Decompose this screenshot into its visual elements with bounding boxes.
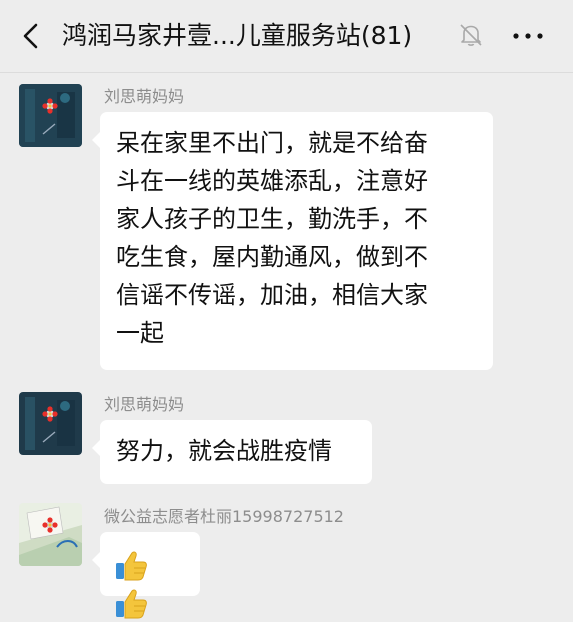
sender-name: 刘思萌妈妈 — [104, 395, 185, 414]
avatar-image — [19, 503, 82, 566]
thumbs-up-icon — [116, 551, 147, 581]
avatar[interactable] — [19, 392, 82, 455]
more-dots-icon[interactable] — [510, 24, 546, 48]
chat-title: 鸿润马家井壹...儿童服务站(81) — [62, 21, 413, 50]
message-line: 家人孩子的卫生，勤洗手，不 — [116, 205, 428, 233]
message-bubble[interactable]: 努力，就会战胜疫情 — [92, 420, 372, 484]
message-line: 信谣不传谣，加油，相信大家 — [116, 281, 428, 309]
message-bubble[interactable]: 呆在家里不出门，就是不给奋 斗在一线的英雄添乱，注意好 家人孩子的卫生，勤洗手，… — [92, 112, 493, 370]
avatar[interactable] — [19, 84, 82, 147]
avatar-image — [19, 84, 82, 147]
bell-off-icon — [460, 24, 482, 46]
message-line: 一起 — [116, 319, 164, 347]
message-line: 吃生食，屋内勤通风，做到不 — [116, 243, 428, 271]
chevron-left-icon[interactable] — [18, 22, 46, 50]
message-line: 呆在家里不出门，就是不给奋 — [116, 129, 428, 157]
thumbs-up-icon — [116, 589, 147, 619]
message-line: 努力，就会战胜疫情 — [116, 437, 332, 465]
message-line: 斗在一线的英雄添乱，注意好 — [116, 167, 428, 195]
avatar-image — [19, 392, 82, 455]
sender-name: 微公益志愿者杜丽15998727512 — [104, 507, 344, 526]
message-bubble[interactable] — [92, 532, 200, 619]
avatar[interactable] — [19, 503, 82, 566]
chat-header: 鸿润马家井壹...儿童服务站(81) — [0, 0, 573, 73]
sender-name: 刘思萌妈妈 — [104, 87, 185, 106]
